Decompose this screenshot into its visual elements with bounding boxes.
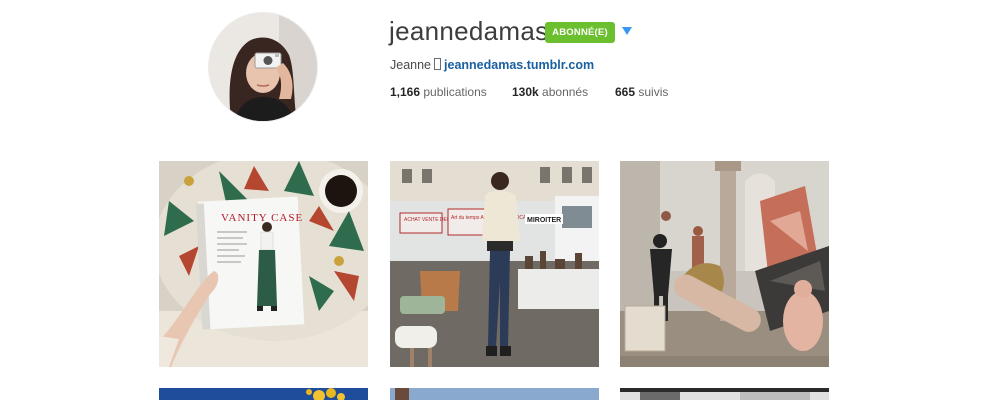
followers-count: 130k — [512, 85, 539, 99]
stat-following[interactable]: 665 suivis — [615, 84, 668, 100]
post-thumbnail-flea-market[interactable]: ACHAT VENTE DEBARRAS Art du temps ANTIQU… — [390, 161, 599, 367]
posts-label: publications — [423, 85, 487, 99]
magazine-title: VANITY CASE — [221, 212, 303, 224]
post-image-flea-market: ACHAT VENTE DEBARRAS Art du temps ANTIQU… — [390, 161, 599, 367]
post-image-street — [620, 388, 829, 400]
post-thumbnail-building[interactable] — [390, 388, 599, 400]
post-thumbnail-sky[interactable] — [159, 388, 368, 400]
bio-name: Jeanne — [390, 58, 432, 72]
missing-glyph-icon — [434, 58, 442, 70]
avatar-image — [209, 13, 317, 121]
post-image-magazine: VANITY CASE — [159, 161, 368, 367]
post-image-statues — [620, 161, 829, 367]
market-sign-3: MIROITER — [527, 217, 561, 224]
avatar[interactable] — [209, 13, 317, 121]
profile-bio: Jeanne jeannedamas.tumblr.com — [390, 57, 594, 73]
stat-posts: 1,166 publications — [390, 84, 487, 100]
following-button[interactable]: ABONNÉ(E) — [545, 22, 615, 43]
post-thumbnail-street[interactable] — [620, 388, 829, 400]
post-thumbnail-magazine[interactable]: VANITY CASE — [159, 161, 368, 367]
post-thumbnail-statues[interactable] — [620, 161, 829, 367]
profile-username: jeannedamas — [389, 16, 549, 46]
posts-count: 1,166 — [390, 85, 421, 99]
post-image-sky — [159, 388, 368, 400]
following-count: 665 — [615, 85, 636, 99]
caret-down-icon[interactable] — [622, 27, 632, 35]
post-image-building — [390, 388, 599, 400]
bio-link[interactable]: jeannedamas.tumblr.com — [444, 58, 594, 72]
stat-followers[interactable]: 130k abonnés — [512, 84, 588, 100]
profile-page: jeannedamas ABONNÉ(E) Jeanne jeannedamas.… — [0, 0, 1000, 400]
following-label: suivis — [638, 85, 669, 99]
followers-label: abonnés — [542, 85, 589, 99]
